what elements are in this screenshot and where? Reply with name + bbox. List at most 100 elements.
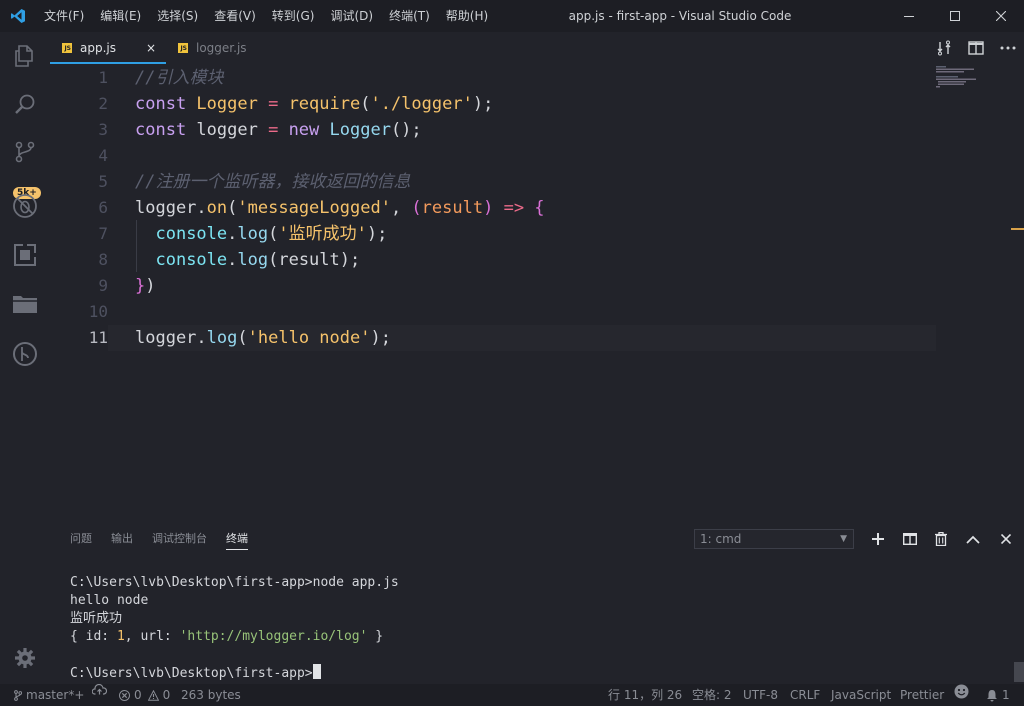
- sync-icon[interactable]: [92, 684, 107, 695]
- editor-tabs: JS app.js × JS logger.js: [50, 32, 1024, 64]
- code-token: 'hello node': [247, 328, 371, 348]
- terminal-select-value: 1: cmd: [700, 532, 742, 546]
- code-token: {: [534, 198, 545, 218]
- settings-gear-icon[interactable]: [0, 638, 50, 678]
- tab-terminal[interactable]: 终端: [226, 524, 248, 554]
- code-editor[interactable]: 1//引入模块 2 const Logger = require('./logger…: [50, 64, 1024, 524]
- tab-app-js[interactable]: JS app.js ×: [50, 32, 166, 64]
- code-token: ();: [390, 120, 422, 140]
- folder-icon[interactable]: [0, 284, 50, 324]
- code-token: logger: [135, 328, 197, 348]
- terminal-line: 监听成功: [70, 611, 123, 626]
- indentation[interactable]: 空格: 2: [692, 684, 732, 706]
- notification-count: 1: [1002, 688, 1010, 702]
- debug-icon[interactable]: [0, 186, 50, 226]
- terminal-cursor: [312, 664, 321, 679]
- close-window-button[interactable]: [978, 0, 1024, 32]
- error-count: 0: [134, 688, 142, 702]
- line-number: 3: [98, 120, 108, 139]
- code-token: const: [135, 120, 197, 140]
- feedback-smiley-icon[interactable]: [954, 684, 969, 699]
- code-token: //注册一个监听器，接收返回的信息: [135, 172, 411, 192]
- scrollbar-cursor-marker: [1011, 228, 1024, 230]
- tab-problems[interactable]: 问题: [70, 524, 92, 554]
- line-number: 9: [98, 276, 108, 295]
- menu-bar: 文件(F) 编辑(E) 选择(S) 查看(V) 转到(G) 调试(D) 终端(T) 帮助(H): [36, 0, 496, 32]
- explorer-icon[interactable]: [0, 36, 50, 76]
- line-ending[interactable]: CRLF: [790, 684, 820, 706]
- minimize-button[interactable]: [886, 0, 932, 32]
- line-number: 5: [98, 172, 108, 191]
- search-icon[interactable]: [0, 85, 50, 125]
- split-editor-icon[interactable]: [960, 32, 992, 64]
- bell-icon: [987, 689, 997, 701]
- code-token: logger: [135, 198, 197, 218]
- menu-item[interactable]: 转到(G): [264, 0, 323, 32]
- code-token: .: [196, 328, 207, 348]
- git-branch-icon: [14, 689, 22, 701]
- code-token: Logger: [196, 94, 258, 114]
- code-line: 6 logger.on('messageLogged', (result) => …: [50, 195, 936, 221]
- terminal-output[interactable]: C:\Users\lvb\Desktop\first-app>node app.…: [70, 574, 399, 683]
- open-changes-icon[interactable]: [928, 32, 960, 64]
- close-tab-icon[interactable]: ×: [146, 41, 156, 55]
- terminal-prompt: C:\Users\lvb\Desktop\first-app>: [70, 666, 313, 681]
- tab-debug-console[interactable]: 调试控制台: [152, 524, 207, 554]
- menu-item[interactable]: 终端(T): [381, 0, 438, 32]
- code-token: .: [227, 224, 238, 244]
- split-terminal-icon[interactable]: [899, 528, 921, 550]
- error-icon: [119, 689, 130, 701]
- menu-item[interactable]: 编辑(E): [92, 0, 149, 32]
- code-token: console: [155, 224, 228, 244]
- maximize-panel-icon[interactable]: [962, 528, 984, 550]
- language-mode[interactable]: JavaScript: [831, 684, 891, 706]
- branch-name: master*+: [26, 688, 85, 702]
- minimap[interactable]: [936, 66, 978, 90]
- tab-output[interactable]: 输出: [111, 524, 133, 554]
- code-text: logger.log('hello node');: [135, 325, 391, 351]
- source-control-icon[interactable]: [0, 132, 50, 172]
- terminal-select[interactable]: 1: cmd ▼: [694, 529, 854, 549]
- maximize-button[interactable]: [932, 0, 978, 32]
- code-token: (: [360, 94, 371, 114]
- terminal-text: { id:: [70, 629, 117, 644]
- menu-item[interactable]: 帮助(H): [438, 0, 496, 32]
- code-token: .: [196, 198, 207, 218]
- formatter-status[interactable]: Prettier: [900, 684, 944, 706]
- code-line: 4: [50, 143, 936, 169]
- code-token: on: [206, 198, 228, 218]
- code-token: ): [483, 198, 494, 218]
- code-token: require: [288, 94, 361, 114]
- extensions-icon[interactable]: [0, 235, 50, 275]
- code-token: (: [227, 198, 238, 218]
- notifications[interactable]: 1: [986, 684, 1010, 706]
- menu-item[interactable]: 选择(S): [149, 0, 206, 32]
- menu-item[interactable]: 文件(F): [36, 0, 92, 32]
- menu-item[interactable]: 查看(V): [206, 0, 264, 32]
- code-token: result: [421, 198, 484, 218]
- problems-status[interactable]: 0 0: [119, 684, 170, 706]
- terminal-scrollbar[interactable]: [1014, 662, 1024, 682]
- line-number: 4: [98, 146, 108, 165]
- encoding[interactable]: UTF-8: [743, 684, 778, 706]
- more-actions-icon[interactable]: [992, 32, 1024, 64]
- code-line: 7 console.log('监听成功');: [50, 221, 936, 247]
- terminal-text: , url:: [124, 629, 180, 644]
- code-token: =: [257, 120, 289, 140]
- tab-logger-js[interactable]: JS logger.js: [166, 32, 257, 64]
- close-panel-icon[interactable]: [995, 528, 1017, 550]
- code-line: 10: [50, 299, 936, 325]
- git-lens-icon[interactable]: [0, 334, 50, 374]
- cursor-position[interactable]: 行 11，列 26: [608, 684, 682, 706]
- code-token: );: [370, 328, 391, 348]
- editor-actions: [928, 32, 1024, 64]
- code-line: 2 const Logger = require('./logger');: [50, 91, 936, 117]
- trash-icon[interactable]: [930, 528, 952, 550]
- branch-status[interactable]: master*+: [14, 684, 84, 706]
- terminal-string: 'http://mylogger.io/log': [179, 629, 368, 644]
- menu-item[interactable]: 调试(D): [322, 0, 381, 32]
- code-token: =: [257, 94, 289, 114]
- new-terminal-icon[interactable]: [867, 528, 889, 550]
